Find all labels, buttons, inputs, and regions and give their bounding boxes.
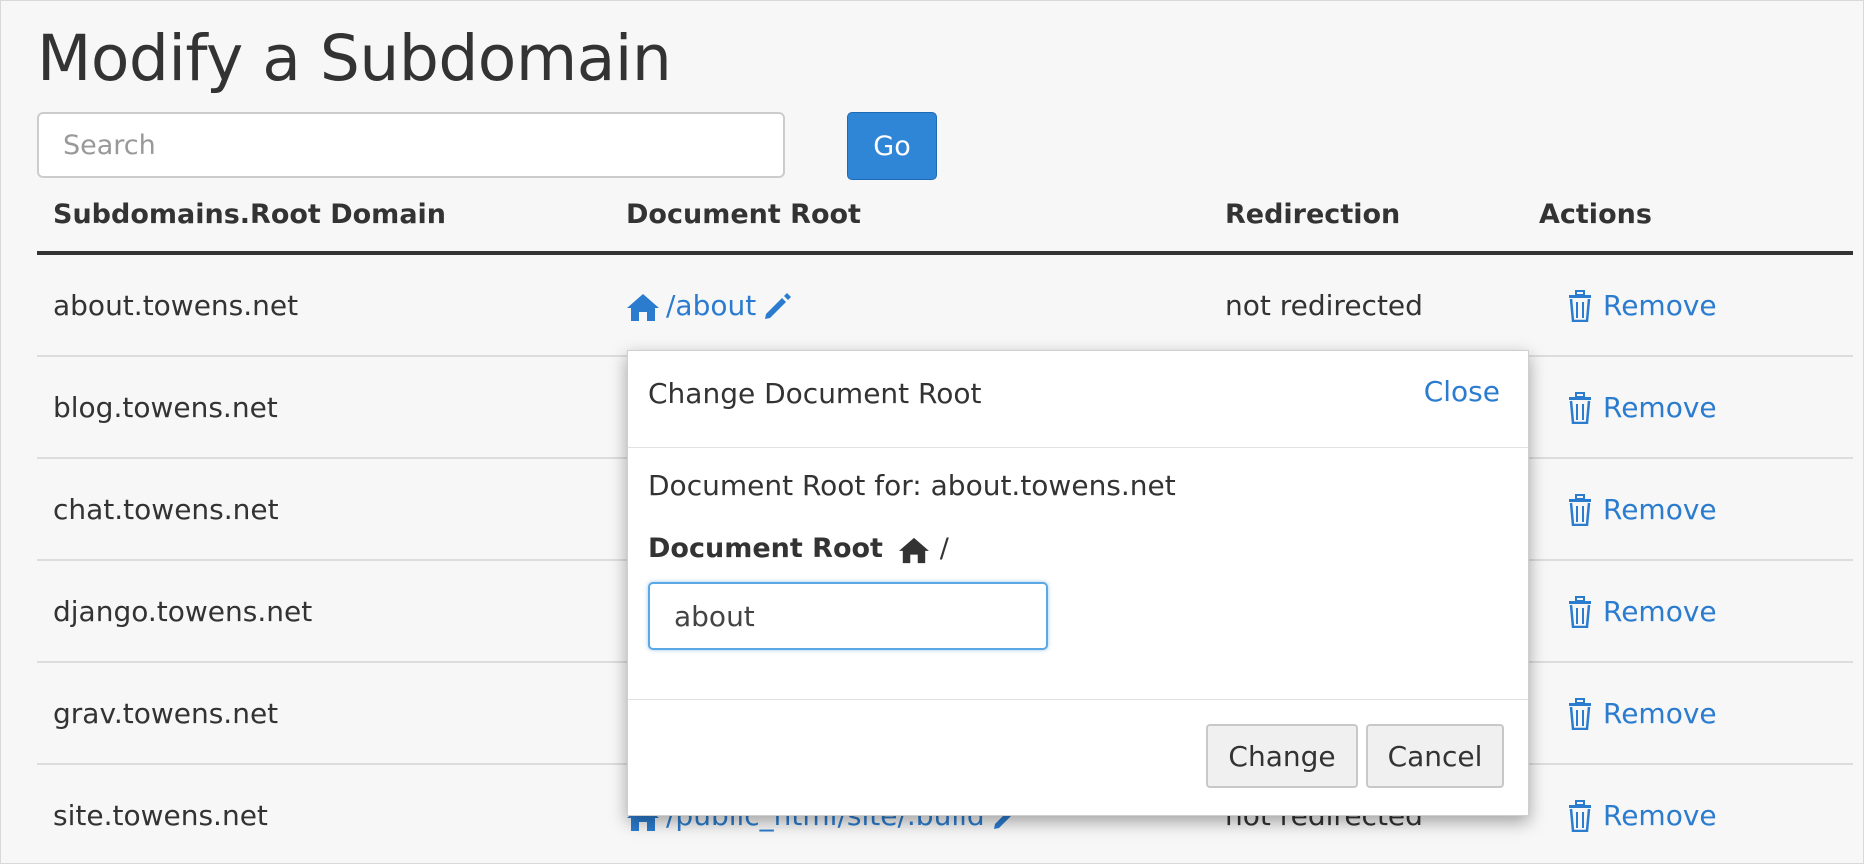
home-icon: [626, 289, 660, 322]
dialog-title: Change Document Root: [648, 377, 982, 410]
app-frame: Modify a Subdomain Go Subdomains.Root Do…: [0, 0, 1864, 864]
column-header-actions: Actions: [1539, 199, 1652, 230]
table-row: about.towens.net /about not redirected R…: [37, 255, 1853, 357]
subdomain-name: django.towens.net: [53, 594, 313, 628]
change-document-root-dialog: Change Document Root Close Document Root…: [627, 350, 1529, 816]
remove-label: Remove: [1603, 492, 1717, 526]
subdomain-name: grav.towens.net: [53, 696, 279, 730]
subdomain-name: about.towens.net: [53, 288, 299, 322]
remove-button[interactable]: Remove: [1567, 459, 1717, 559]
document-root-input[interactable]: [648, 582, 1048, 650]
field-label-text: Document Root: [648, 533, 883, 564]
change-button[interactable]: Change: [1206, 724, 1358, 788]
trash-icon: [1567, 798, 1593, 832]
remove-button[interactable]: Remove: [1567, 561, 1717, 661]
document-root-path: /about: [666, 288, 757, 322]
remove-label: Remove: [1603, 798, 1717, 832]
trash-icon: [1567, 288, 1593, 322]
field-suffix: /: [939, 533, 949, 564]
dialog-description: Document Root for: about.towens.net: [648, 469, 1176, 502]
search-input[interactable]: [37, 112, 785, 178]
trash-icon: [1567, 390, 1593, 424]
subdomain-name: chat.towens.net: [53, 492, 279, 526]
subdomain-name: blog.towens.net: [53, 390, 278, 424]
go-button[interactable]: Go: [847, 112, 937, 180]
trash-icon: [1567, 696, 1593, 730]
column-header-subdomain[interactable]: Subdomains.Root Domain: [53, 199, 446, 230]
column-header-redirection[interactable]: Redirection: [1225, 199, 1400, 230]
document-root-link[interactable]: /about: [626, 255, 792, 355]
table-header: Subdomains.Root Domain Document Root Red…: [37, 191, 1853, 255]
column-header-document-root[interactable]: Document Root: [626, 199, 861, 230]
home-icon: [898, 533, 939, 564]
remove-button[interactable]: Remove: [1567, 357, 1717, 457]
page-title: Modify a Subdomain: [37, 22, 672, 95]
remove-label: Remove: [1603, 288, 1717, 322]
trash-icon: [1567, 594, 1593, 628]
remove-button[interactable]: Remove: [1567, 765, 1717, 863]
document-root-field-label: Document Root /: [648, 533, 949, 564]
subdomain-name: site.towens.net: [53, 798, 268, 832]
dialog-header: Change Document Root Close: [628, 351, 1528, 448]
dialog-footer: Change Cancel: [628, 699, 1528, 816]
redirection-status: not redirected: [1225, 288, 1423, 322]
remove-button[interactable]: Remove: [1567, 663, 1717, 763]
remove-label: Remove: [1603, 696, 1717, 730]
close-link[interactable]: Close: [1424, 375, 1500, 408]
remove-label: Remove: [1603, 390, 1717, 424]
trash-icon: [1567, 492, 1593, 526]
remove-label: Remove: [1603, 594, 1717, 628]
cancel-button[interactable]: Cancel: [1366, 724, 1504, 788]
pencil-icon[interactable]: [762, 289, 792, 322]
remove-button[interactable]: Remove: [1567, 255, 1717, 355]
